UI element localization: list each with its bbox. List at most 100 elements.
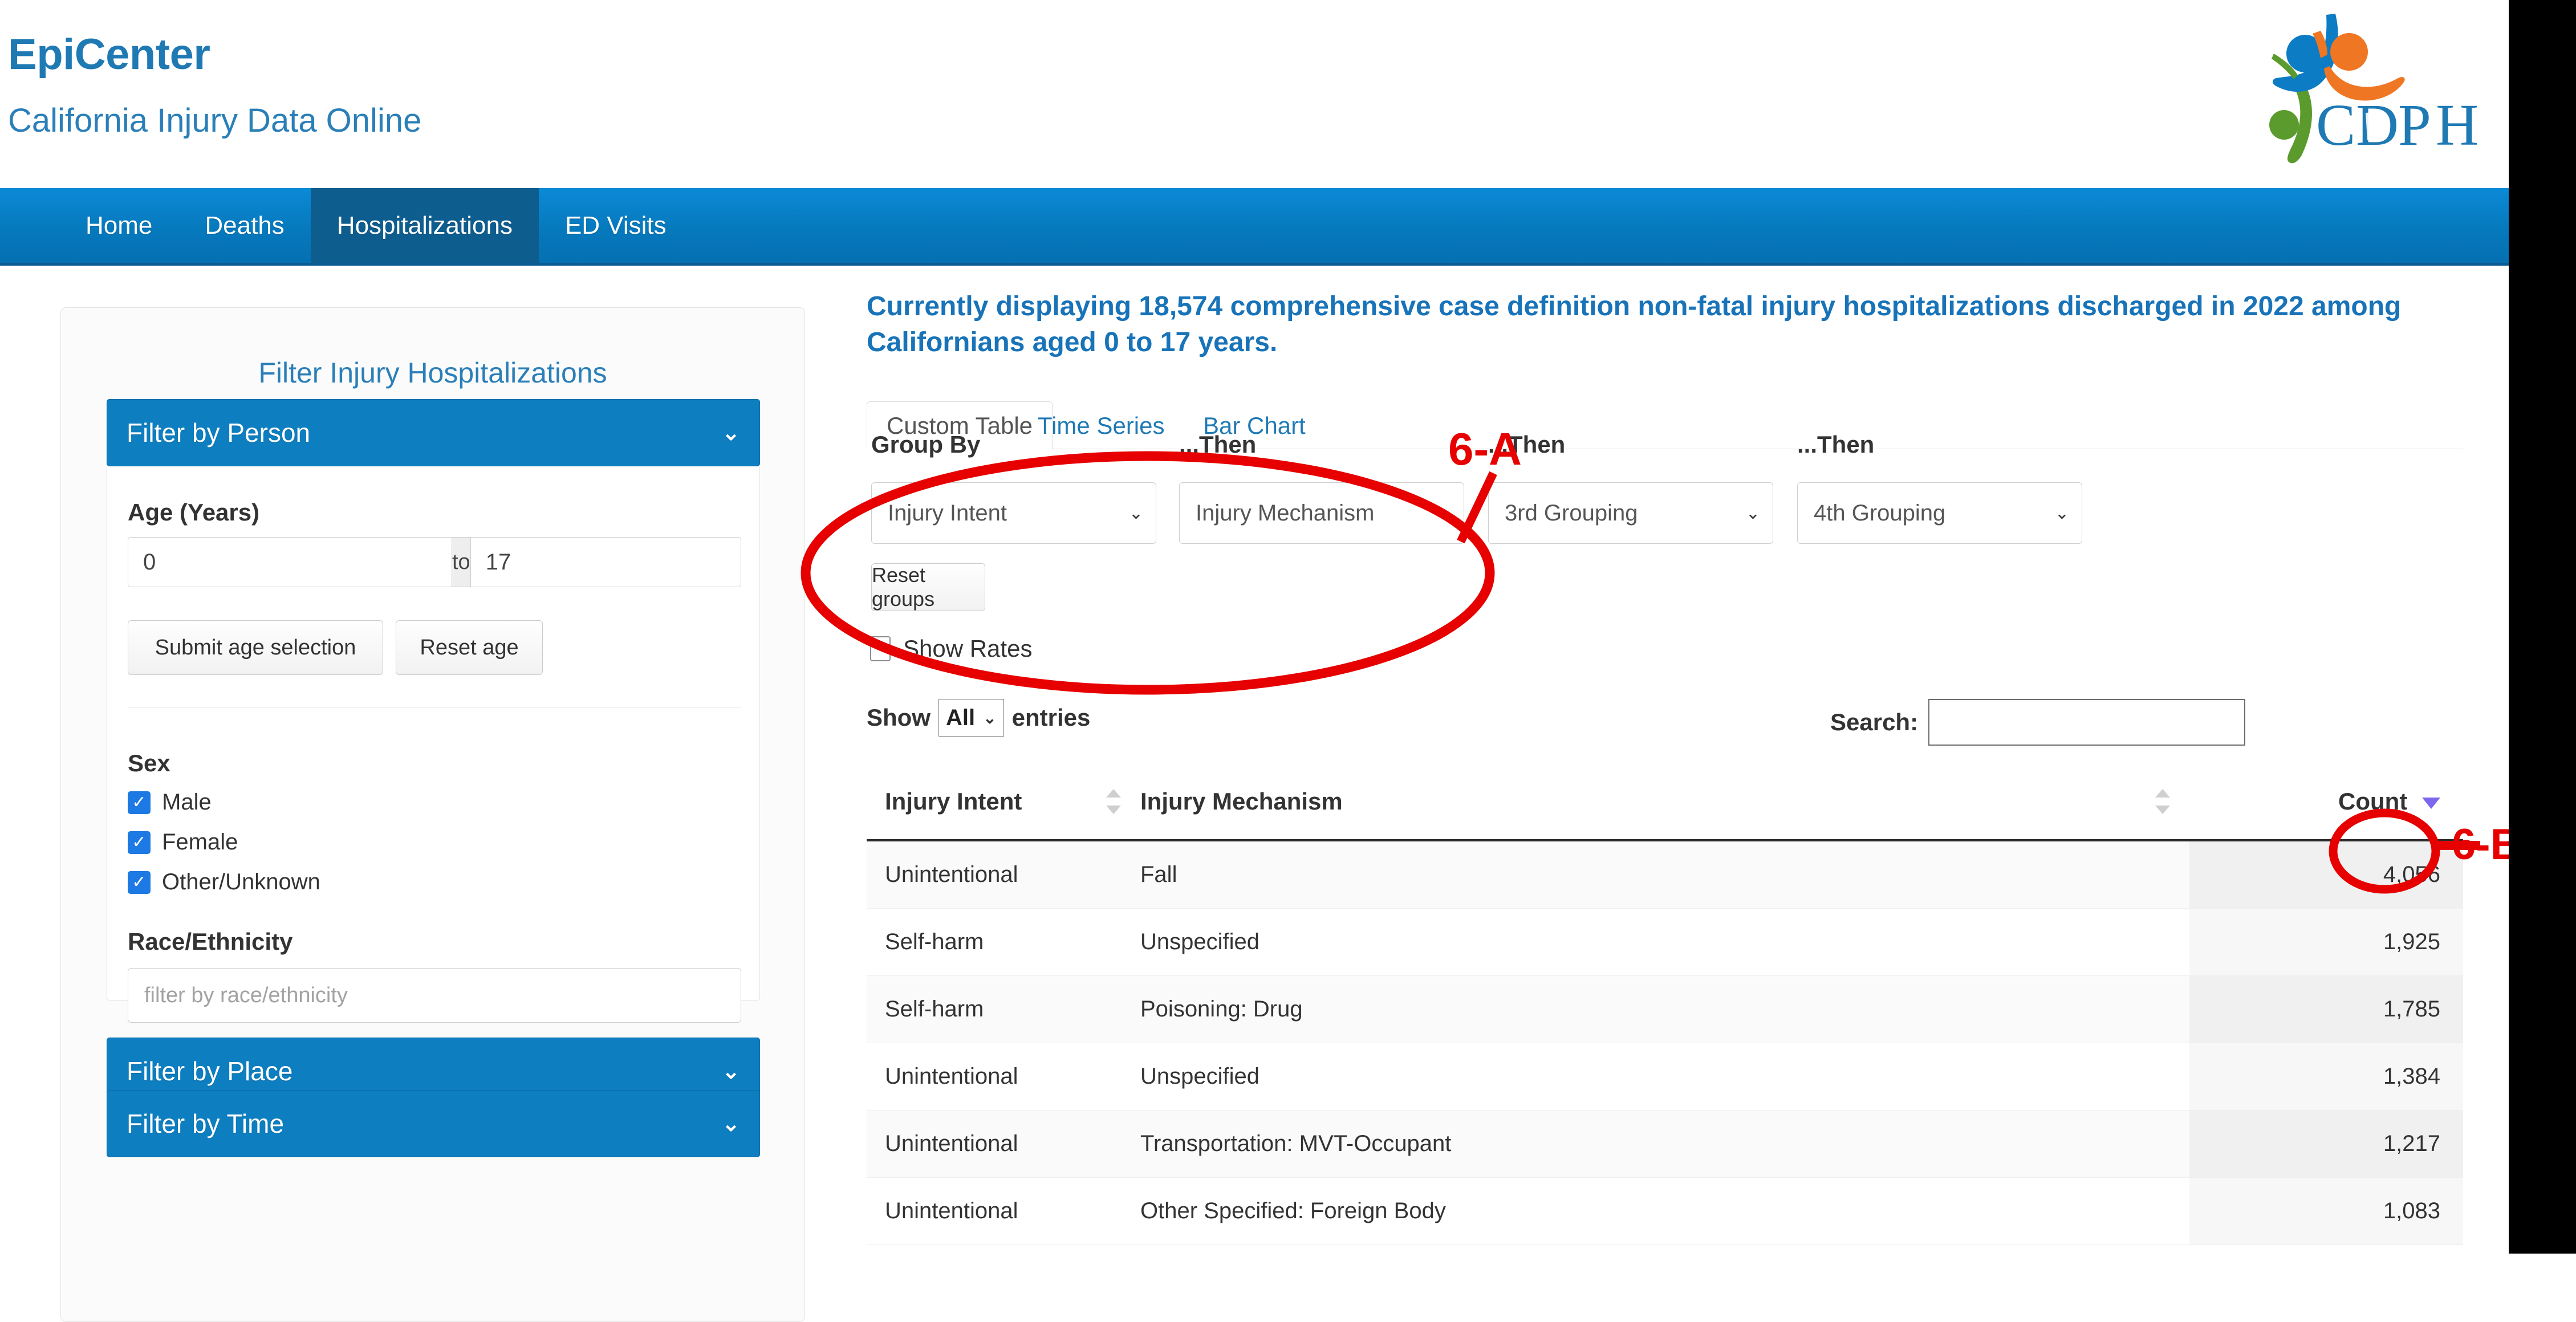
view-tabs: Custom Table Time Series Bar Chart xyxy=(867,401,2463,449)
age-range-group: to xyxy=(128,537,741,587)
cell-injury-mechanism: Transportation: MVT-Occupant xyxy=(1140,1111,2189,1178)
entries-per-page-select[interactable]: All ⌄ xyxy=(938,699,1004,737)
cell-count: 4,056 xyxy=(2189,840,2463,909)
checkbox-checked-icon: ✓ xyxy=(128,831,151,854)
sex-label-male: Male xyxy=(162,790,212,815)
sex-checkbox-male[interactable]: ✓ Male xyxy=(128,790,212,815)
group-by-select-3[interactable]: 3rd Grouping ⌄ xyxy=(1488,482,1773,544)
column-header-injury-mechanism[interactable]: Injury Mechanism xyxy=(1140,767,2189,840)
reset-age-button[interactable]: Reset age xyxy=(396,620,543,675)
accordion-label-place: Filter by Place xyxy=(127,1056,292,1087)
group-by-select-4[interactable]: 4th Grouping ⌄ xyxy=(1797,482,2082,544)
table-header-row: Injury Intent Injury Mechanism Count xyxy=(867,767,2463,840)
race-ethnicity-input[interactable] xyxy=(128,968,741,1023)
show-entries-prefix: Show xyxy=(867,704,931,731)
cell-count: 1,083 xyxy=(2189,1178,2463,1245)
sort-arrows-icon xyxy=(1106,789,1121,814)
cell-count: 1,217 xyxy=(2189,1111,2463,1178)
cell-injury-intent: Unintentional xyxy=(867,1111,1140,1178)
submit-age-button[interactable]: Submit age selection xyxy=(128,620,383,675)
cell-injury-intent: Self-harm xyxy=(867,909,1140,976)
chevron-down-icon: ⌄ xyxy=(1746,503,1760,523)
age-min-input[interactable] xyxy=(128,538,452,587)
nav-item-deaths[interactable]: Deaths xyxy=(178,188,310,263)
table-row[interactable]: Unintentional Unspecified 1,384 xyxy=(867,1043,2463,1111)
chevron-down-icon: ⌄ xyxy=(722,1059,740,1084)
group-by-value-3: 3rd Grouping xyxy=(1505,501,1638,526)
column-label-count: Count xyxy=(2338,788,2407,815)
cdph-logo: C D P H xyxy=(2229,3,2497,169)
accordion-label-person: Filter by Person xyxy=(127,417,310,448)
tab-time-series[interactable]: Time Series xyxy=(1018,401,1184,450)
group-by-select-1[interactable]: Injury Intent ⌄ xyxy=(871,482,1156,544)
page-body: Filter Injury Hospitalizations Filter by… xyxy=(0,266,2509,1254)
group-by-label-4: ...Then xyxy=(1797,431,1874,458)
sex-label: Sex xyxy=(128,750,170,777)
show-rates-toggle[interactable]: Show Rates xyxy=(870,635,1032,662)
accordion-filter-by-person[interactable]: Filter by Person ⌄ xyxy=(107,399,760,466)
age-max-input[interactable] xyxy=(471,538,741,587)
table-row[interactable]: Unintentional Other Specified: Foreign B… xyxy=(867,1178,2463,1245)
cell-injury-mechanism: Poisoning: Drug xyxy=(1140,976,2189,1043)
svg-text:C: C xyxy=(2316,92,2355,158)
table-head: Injury Intent Injury Mechanism Count xyxy=(867,767,2463,840)
table-row[interactable]: Self-harm Unspecified 1,925 xyxy=(867,909,2463,976)
entries-value: All xyxy=(946,705,975,731)
annotation-label-6a: 6-A xyxy=(1448,423,1522,475)
brand-title: EpiCenter xyxy=(8,30,210,79)
show-rates-label: Show Rates xyxy=(903,635,1032,662)
checkbox-checked-icon: ✓ xyxy=(128,791,151,814)
group-by-label-2: ...Then xyxy=(1179,431,1256,458)
race-ethnicity-label: Race/Ethnicity xyxy=(128,928,292,955)
group-by-value-4: 4th Grouping xyxy=(1814,501,1945,526)
chevron-down-icon: ⌄ xyxy=(722,1111,740,1137)
age-label: Age (Years) xyxy=(128,499,259,526)
right-gutter xyxy=(2509,0,2576,1254)
group-by-label-1: Group By xyxy=(871,431,980,458)
search-input[interactable] xyxy=(1928,699,2245,746)
sex-label-other-unknown: Other/Unknown xyxy=(162,869,320,895)
column-header-injury-intent[interactable]: Injury Intent xyxy=(867,767,1140,840)
filter-sidebar: Filter Injury Hospitalizations Filter by… xyxy=(60,307,805,1322)
age-to-label: to xyxy=(452,538,471,587)
table-row[interactable]: Self-harm Poisoning: Drug 1,785 xyxy=(867,976,2463,1043)
brand-subtitle: California Injury Data Online xyxy=(8,101,421,140)
group-by-value-1: Injury Intent xyxy=(888,501,1007,526)
cell-count: 1,785 xyxy=(2189,976,2463,1043)
nav-item-hospitalizations[interactable]: Hospitalizations xyxy=(311,188,539,263)
svg-text:P: P xyxy=(2398,92,2431,158)
cell-injury-mechanism: Fall xyxy=(1140,840,2189,909)
results-table: Injury Intent Injury Mechanism Count Uni xyxy=(867,767,2463,1245)
table-body: Unintentional Fall 4,056 Self-harm Unspe… xyxy=(867,840,2463,1245)
nav-item-home[interactable]: Home xyxy=(59,188,178,263)
cell-injury-intent: Unintentional xyxy=(867,840,1140,909)
chevron-down-icon: ⌄ xyxy=(722,420,740,446)
reset-groups-button[interactable]: Reset groups xyxy=(871,563,985,611)
site-header: EpiCenter California Injury Data Online … xyxy=(0,0,2509,188)
accordion-filter-by-time[interactable]: Filter by Time ⌄ xyxy=(107,1090,760,1157)
table-row[interactable]: Unintentional Fall 4,056 xyxy=(867,840,2463,909)
column-label-injury-intent: Injury Intent xyxy=(885,788,1022,815)
nav-item-ed-visits[interactable]: ED Visits xyxy=(539,188,693,263)
cell-injury-mechanism: Unspecified xyxy=(1140,909,2189,976)
checkbox-unchecked-icon xyxy=(870,636,891,661)
cell-count: 1,925 xyxy=(2189,909,2463,976)
main-content: Currently displaying 18,574 comprehensiv… xyxy=(867,266,2509,1254)
table-row[interactable]: Unintentional Transportation: MVT-Occupa… xyxy=(867,1111,2463,1178)
cell-injury-intent: Unintentional xyxy=(867,1043,1140,1111)
checkbox-checked-icon: ✓ xyxy=(128,871,151,894)
column-header-count[interactable]: Count xyxy=(2189,767,2463,840)
sidebar-heading: Filter Injury Hospitalizations xyxy=(61,356,805,389)
cell-count: 1,384 xyxy=(2189,1043,2463,1111)
cell-injury-intent: Self-harm xyxy=(867,976,1140,1043)
sort-arrows-icon xyxy=(2155,789,2170,814)
group-by-select-2[interactable]: Injury Mechanism ⌄ xyxy=(1179,482,1464,544)
search-label: Search: xyxy=(1830,709,1918,736)
sex-checkbox-female[interactable]: ✓ Female xyxy=(128,829,238,855)
sex-label-female: Female xyxy=(162,829,238,855)
chevron-down-icon: ⌄ xyxy=(1437,503,1451,523)
group-by-value-2: Injury Mechanism xyxy=(1196,501,1374,526)
sex-checkbox-other-unknown[interactable]: ✓ Other/Unknown xyxy=(128,869,320,895)
main-navigation: Home Deaths Hospitalizations ED Visits xyxy=(0,188,2509,266)
accordion-label-time: Filter by Time xyxy=(127,1108,284,1139)
